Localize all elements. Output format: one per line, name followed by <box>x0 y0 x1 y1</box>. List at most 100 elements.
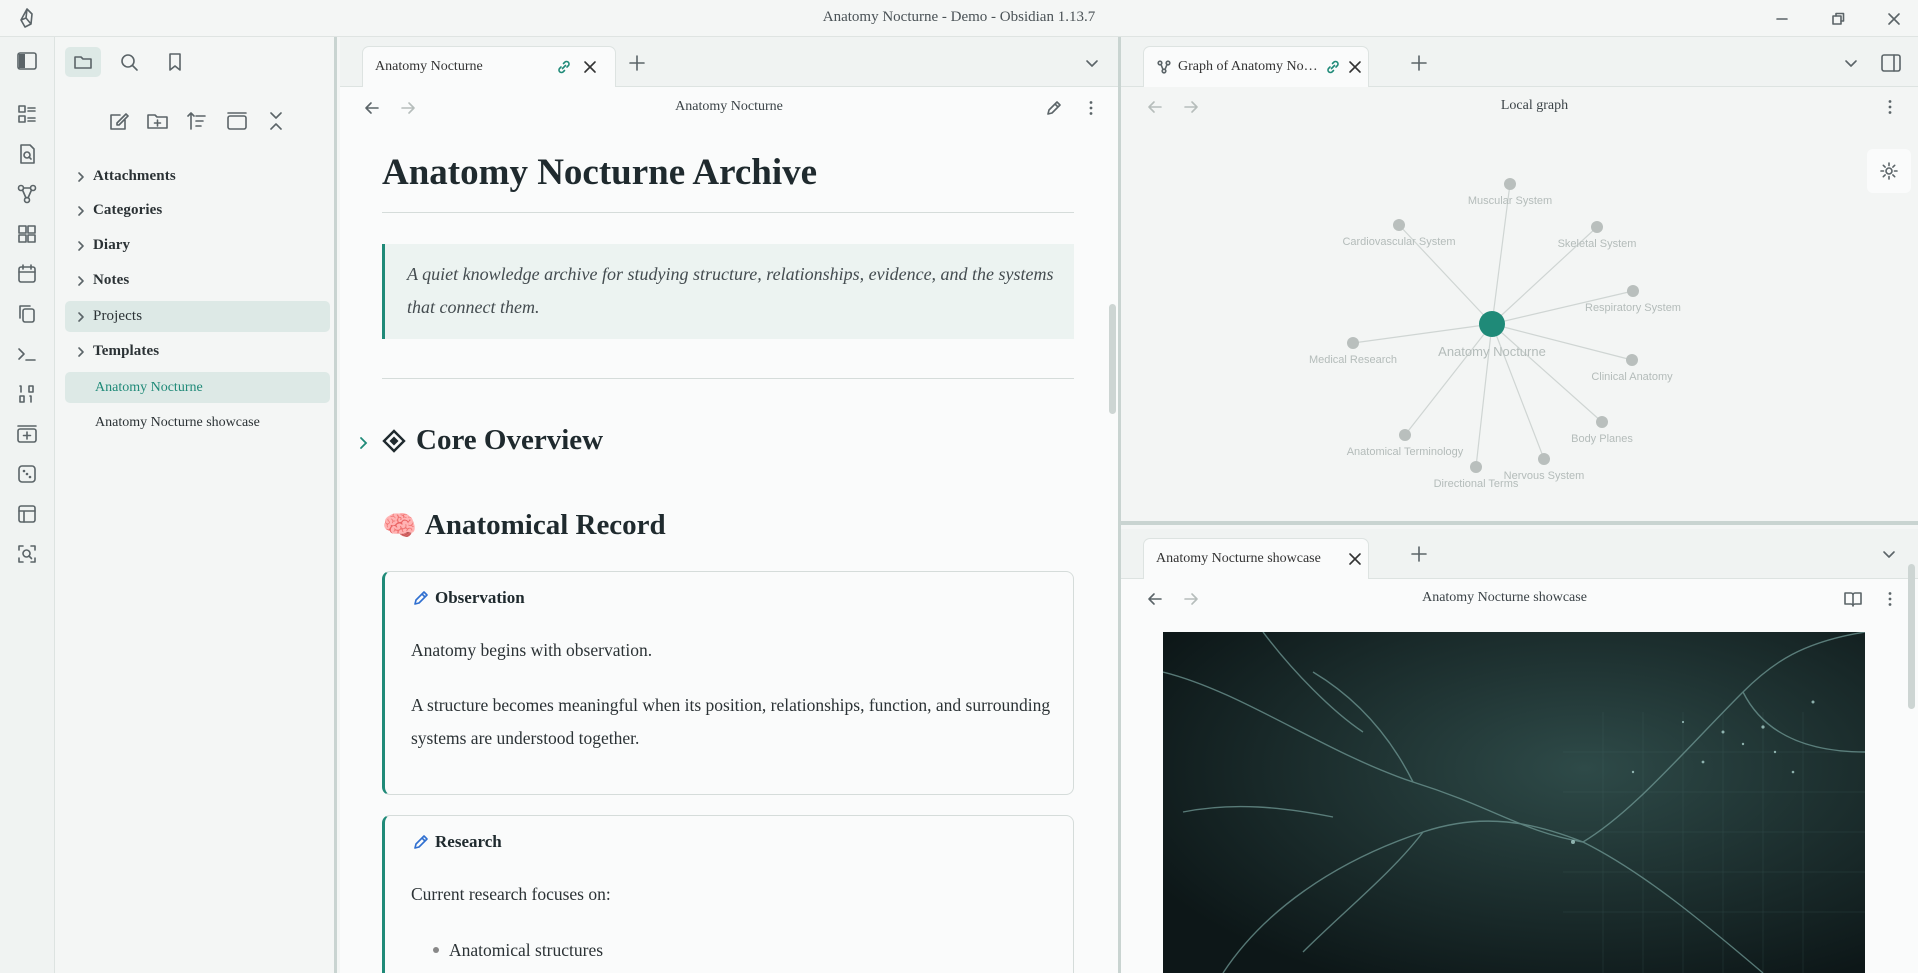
calendar-icon[interactable] <box>14 261 40 287</box>
new-tab-icon[interactable] <box>1409 53 1429 73</box>
graph-label-center: Anatomy Nocturne <box>1438 344 1546 359</box>
tree-item-label: Templates <box>93 343 160 359</box>
showcase-image <box>1163 632 1865 973</box>
canvas-icon[interactable] <box>14 221 40 247</box>
window-title: Anatomy Nocturne - Demo - Obsidian 1.13.… <box>822 9 1096 25</box>
graph-tab-icon <box>1157 60 1171 74</box>
fold-chevron-icon[interactable] <box>356 435 372 451</box>
view-header: Anatomy Nocturne <box>340 87 1118 129</box>
more-options-icon[interactable] <box>1880 97 1900 117</box>
tab-anatomy-nocturne-showcase[interactable]: Anatomy Nocturne showcase <box>1143 538 1369 579</box>
tree-folder-categories[interactable]: Categories <box>65 195 330 226</box>
new-note-icon[interactable] <box>105 107 133 135</box>
view-title[interactable]: Anatomy Nocturne <box>340 99 1118 115</box>
graph-label: Body Planes <box>1571 433 1633 445</box>
binary-icon[interactable] <box>14 381 40 407</box>
auto-reveal-icon[interactable] <box>223 107 251 135</box>
tree-item-label: Attachments <box>93 168 176 184</box>
tab-label: Anatomy Nocturne <box>375 59 483 74</box>
graph-node[interactable] <box>1393 219 1405 231</box>
tree-folder-diary[interactable]: Diary <box>65 230 330 261</box>
blockquote: A quiet knowledge archive for studying s… <box>382 244 1074 339</box>
heading-text: Core Overview <box>416 424 604 456</box>
search-tab[interactable] <box>111 47 147 77</box>
sort-icon[interactable] <box>183 107 211 135</box>
scan-search-icon[interactable] <box>14 541 40 567</box>
graph-node-center[interactable] <box>1479 311 1505 337</box>
callout-observation: Observation Anatomy begins with observat… <box>382 571 1074 795</box>
close-tab-icon[interactable] <box>1346 58 1364 76</box>
copy-icon[interactable] <box>14 301 40 327</box>
tree-file-anatomy-nocturne-showcase[interactable]: Anatomy Nocturne showcase <box>65 407 330 438</box>
graph-node[interactable] <box>1626 354 1638 366</box>
terminal-icon[interactable] <box>14 341 40 367</box>
edit-mode-icon[interactable] <box>1044 98 1064 118</box>
more-options-icon[interactable] <box>1880 589 1900 609</box>
tab-anatomy-nocturne[interactable]: Anatomy Nocturne <box>362 46 616 87</box>
graph-node[interactable] <box>1591 221 1603 233</box>
tree-folder-attachments[interactable]: Attachments <box>65 161 330 192</box>
graph-label: Directional Terms <box>1434 478 1519 490</box>
tab-strip: Anatomy Nocturne <box>340 37 1118 87</box>
reading-mode-icon[interactable] <box>1843 589 1863 609</box>
new-tab-icon[interactable] <box>627 53 647 73</box>
bookmarks-tab[interactable] <box>157 47 193 77</box>
graph-label: Respiratory System <box>1585 302 1681 314</box>
tree-file-anatomy-nocturne[interactable]: Anatomy Nocturne <box>65 372 330 403</box>
close-window-icon[interactable] <box>1883 8 1905 30</box>
tree-item-label: Notes <box>93 272 130 288</box>
tab-graph[interactable]: Graph of Anatomy No… <box>1143 46 1369 87</box>
graph-node[interactable] <box>1470 461 1482 473</box>
graph-pane: Graph of Anatomy No… Local graph Muscula… <box>1121 37 1918 525</box>
heading-text: Anatomical Record <box>424 509 666 541</box>
chevron-right-icon <box>78 275 84 286</box>
graph-node[interactable] <box>1538 453 1550 465</box>
tree-folder-notes[interactable]: Notes <box>65 265 330 296</box>
dice-icon[interactable] <box>14 461 40 487</box>
collapse-all-icon[interactable] <box>262 107 290 135</box>
scrollbar-thumb[interactable] <box>1109 304 1116 414</box>
tree-item-label: Projects <box>93 308 143 324</box>
tree-item-label: Anatomy Nocturne <box>95 379 203 395</box>
callout-paragraph: A structure becomes meaningful when its … <box>411 695 1051 748</box>
graph-canvas[interactable]: Muscular System Cardiovascular System Sk… <box>1121 129 1918 519</box>
graph-view-icon[interactable] <box>14 181 40 207</box>
close-tab-icon[interactable] <box>1346 550 1364 568</box>
callout-title-text: Observation <box>435 588 525 607</box>
restore-icon[interactable] <box>1827 8 1849 30</box>
minimize-icon[interactable] <box>1771 8 1793 30</box>
tree-folder-projects[interactable]: Projects <box>65 301 330 332</box>
tab-list-chevron-icon[interactable] <box>1879 544 1899 564</box>
folder-icon <box>74 56 92 69</box>
close-tab-icon[interactable] <box>581 58 599 76</box>
tab-strip: Anatomy Nocturne showcase <box>1121 529 1918 579</box>
graph-node[interactable] <box>1596 416 1608 428</box>
view-title[interactable]: Anatomy Nocturne showcase <box>1121 590 1918 606</box>
tab-list-chevron-icon[interactable] <box>1841 53 1861 73</box>
tab-list-chevron-icon[interactable] <box>1082 53 1102 73</box>
graph-label: Anatomical Terminology <box>1347 446 1464 458</box>
file-search-icon[interactable] <box>14 141 40 167</box>
graph-node[interactable] <box>1399 429 1411 441</box>
graph-node[interactable] <box>1347 337 1359 349</box>
scrollbar-thumb[interactable] <box>1908 564 1915 709</box>
graph-node[interactable] <box>1627 285 1639 297</box>
callout-title-text: Research <box>435 832 502 851</box>
card-add-icon[interactable] <box>14 421 40 447</box>
dashboard-icon[interactable] <box>14 101 40 127</box>
files-tab[interactable] <box>65 47 101 77</box>
chevron-right-icon <box>78 311 84 322</box>
right-sidebar-toggle-icon[interactable] <box>1879 51 1903 75</box>
layout-icon[interactable] <box>14 501 40 527</box>
tree-item-label: Diary <box>93 237 131 253</box>
more-options-icon[interactable] <box>1081 98 1101 118</box>
chevron-right-icon <box>78 346 84 357</box>
sidebar-toggle-icon[interactable] <box>14 48 40 74</box>
brain-emoji: 🧠 <box>382 509 417 542</box>
showcase-pane: Anatomy Nocturne showcase Anatomy Noctur… <box>1121 529 1918 973</box>
tree-folder-templates[interactable]: Templates <box>65 336 330 367</box>
new-tab-icon[interactable] <box>1409 544 1429 564</box>
new-folder-icon[interactable] <box>144 107 172 135</box>
graph-node[interactable] <box>1504 178 1516 190</box>
editor-pane: Anatomy Nocturne Anatomy Nocturne Anatom… <box>340 37 1118 973</box>
